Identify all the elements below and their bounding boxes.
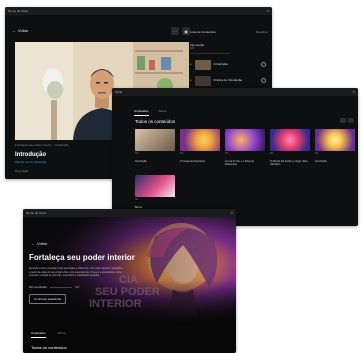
tab-contents[interactable]: Conteúdos xyxy=(134,109,149,116)
content-card[interactable]: 0/2 Introdução xyxy=(135,129,175,163)
content-list-title: Lista de Conteúdos xyxy=(190,30,216,34)
lesson-item[interactable]: ▸ Prática de Introdução xyxy=(190,75,268,86)
window-title: Início xyxy=(115,90,123,94)
card-meta: 0/1 xyxy=(225,152,229,155)
card-caption: Conclusão xyxy=(315,160,327,163)
module-meta: 0/2 xyxy=(190,46,195,51)
content-card[interactable]: 0/1 Conclusão xyxy=(315,129,355,163)
back-button[interactable]: ← Voltar xyxy=(31,241,48,247)
play-icon: ▸ xyxy=(190,77,192,82)
course-description: Aprenda a fazer escolhas mais acertadas … xyxy=(29,267,123,277)
window-titlebar: Início × xyxy=(112,88,358,96)
card-meta: 0/1 xyxy=(135,198,139,201)
back-button[interactable]: ← Voltar xyxy=(12,28,29,34)
card-thumbnail xyxy=(135,175,175,197)
module-header[interactable]: Introdução 0/2 ⌃ xyxy=(190,43,268,54)
course-overview-window: Nome do curso × CIA SEU PODER INTERIOR ←… xyxy=(23,209,236,353)
content-list-panel: Lista de Conteúdos Recolher Introdução 0… xyxy=(190,30,268,86)
ellipsis-icon[interactable]: ⋯ xyxy=(171,27,179,35)
collapse-button[interactable]: Recolher xyxy=(256,30,268,35)
content-card[interactable]: 0/1 A Luta do Ser e o Nível de Diferença… xyxy=(225,129,265,166)
progress-count: 0/8 xyxy=(75,285,80,289)
lesson-item[interactable]: ▸ Introdução xyxy=(190,59,268,70)
section-title: Todos os conteúdos xyxy=(31,345,67,350)
module-progress-bar xyxy=(190,52,230,54)
tab-about[interactable]: Sobre xyxy=(58,331,66,338)
card-caption: A Luta do Ser e o Nível de Diferenças xyxy=(225,160,255,166)
hero-overlay-line: SEU PODER xyxy=(95,286,160,298)
card-caption: O Despertar Espiritual xyxy=(180,160,205,163)
checkmark-circle-icon[interactable] xyxy=(261,78,266,84)
window-title: Nome do curso xyxy=(26,211,47,215)
lesson-label: Introdução xyxy=(213,61,228,66)
window-titlebar: Nome do curso × xyxy=(23,209,236,217)
close-icon[interactable]: × xyxy=(267,9,269,13)
window-title: Nome do curso xyxy=(8,9,29,13)
back-label: Voltar xyxy=(37,241,48,246)
continue-watching-button[interactable]: Continuar assistindo xyxy=(29,294,67,304)
list-view-icon[interactable] xyxy=(348,118,354,123)
content-card[interactable]: 0/1 O Mundo Da Ilusão e o Ego / Eles Ofe… xyxy=(270,129,310,166)
close-icon[interactable]: × xyxy=(231,211,233,215)
course-progress: 0% concluído 0/8 xyxy=(29,285,80,290)
back-label: Voltar xyxy=(18,28,29,33)
card-thumbnail xyxy=(270,129,310,151)
chevron-up-icon[interactable]: ⌃ xyxy=(265,43,268,48)
card-thumbnail xyxy=(225,129,265,151)
tab-bar: Conteúdos Sobre xyxy=(31,331,66,338)
checkmark-circle-icon[interactable] xyxy=(261,62,266,68)
close-icon[interactable]: × xyxy=(353,90,355,94)
section-title: Todos os conteúdos xyxy=(135,119,176,124)
content-card[interactable]: 0/1 O Despertar Espiritual xyxy=(180,129,220,163)
expand-icon[interactable]: ▣ xyxy=(182,27,190,35)
grid-view-icon[interactable] xyxy=(340,118,346,123)
arrow-left-icon: ← xyxy=(31,241,35,246)
card-thumbnail xyxy=(315,129,355,151)
tab-contents[interactable]: Conteúdos xyxy=(31,331,46,338)
card-caption: Introdução xyxy=(135,160,147,163)
content-card[interactable]: 0/1 Bônus xyxy=(135,175,175,209)
lesson-label: Prática de Introdução xyxy=(213,77,243,82)
play-icon: ▸ xyxy=(190,61,192,66)
lesson-thumbnail xyxy=(194,75,211,86)
progress-label: 0% concluído xyxy=(29,285,48,289)
window-titlebar: Nome do curso × xyxy=(5,7,272,15)
card-thumbnail xyxy=(180,129,220,151)
course-title: Fortaleça seu poder interior xyxy=(29,253,135,262)
card-meta: 0/1 xyxy=(180,152,184,155)
progress-track xyxy=(50,287,73,289)
card-meta: 0/1 xyxy=(270,152,274,155)
content-grid-window: Início × Conteúdos Sobre Todos os conteú… xyxy=(112,88,358,226)
tab-about[interactable]: Sobre xyxy=(159,109,167,116)
hero-overlay-line: INTERIOR xyxy=(89,298,142,310)
card-thumbnail xyxy=(135,129,175,151)
card-meta: 0/1 xyxy=(315,152,319,155)
arrow-left-icon: ← xyxy=(12,28,16,33)
lesson-thumbnail xyxy=(194,59,211,70)
card-caption: O Mundo Da Ilusão e o Ego / Eles Ofendem xyxy=(270,160,308,166)
card-meta: 0/2 xyxy=(135,152,139,155)
tab-bar: Conteúdos Sobre xyxy=(134,109,167,116)
